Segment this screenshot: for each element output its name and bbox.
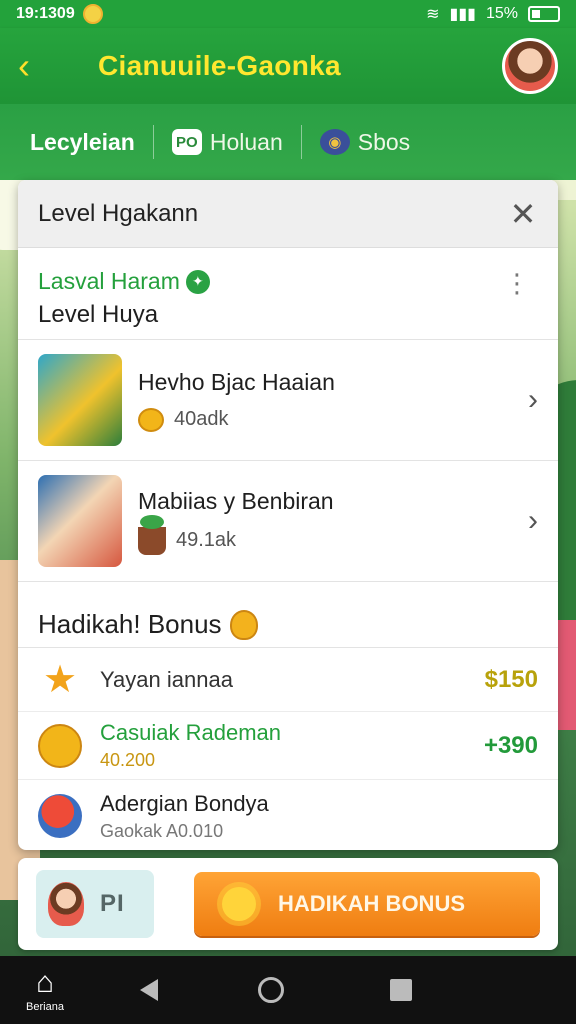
tab-sbos[interactable]: ◉ Sbos xyxy=(319,128,411,156)
bonus-amount: $150 xyxy=(484,665,538,693)
level-modal: Level Hgakann ✕ Lasval Haram ✦ Level Huy… xyxy=(18,180,558,850)
sun-icon xyxy=(222,887,256,921)
promo-text: PI xyxy=(100,890,125,917)
tab-lecyleian[interactable]: Lecyleian xyxy=(30,129,135,156)
item-name: Hevho Bjac Haaian xyxy=(138,368,335,395)
cta-label: HADIKAH BONUS xyxy=(278,891,465,916)
tab-label: Sbos xyxy=(357,128,411,155)
shop-icon: ◉ xyxy=(319,129,350,155)
app-title: Cianuuile-Gaonka xyxy=(98,50,341,81)
bonus-action-card: PI HADIKAH BONUS xyxy=(18,858,558,950)
tab-holuan[interactable]: PO Holuan xyxy=(171,128,283,156)
bonus-row[interactable]: ★ Yayan iannaa $150 xyxy=(18,648,558,712)
hadikah-bonus-button[interactable]: HADIKAH BONUS xyxy=(194,872,540,936)
chevron-left-icon[interactable]: ‹ xyxy=(18,45,58,87)
signal-icon: ▮▮▮ xyxy=(449,6,476,23)
home-button-icon[interactable] xyxy=(258,977,284,1003)
promo-tile[interactable]: PI xyxy=(36,870,154,938)
modal-header: Level Hgakann ✕ xyxy=(18,180,558,248)
plant-icon xyxy=(138,514,166,555)
tab-label: Holuan xyxy=(209,128,283,155)
item-thumbnail xyxy=(38,475,122,567)
more-options-icon[interactable]: ⋮ xyxy=(504,270,530,296)
bonus-title: Hadikah! Bonus xyxy=(38,609,222,639)
tab-divider xyxy=(300,125,302,159)
moneybag-icon xyxy=(229,609,258,640)
bonus-name: Adergian Bondya xyxy=(100,790,269,816)
item-name: Mabiias y Benbiran xyxy=(138,487,334,514)
home-icon: ⌂ xyxy=(35,965,55,999)
item-thumbnail xyxy=(38,354,122,446)
bonus-name: Yayan iannaa xyxy=(100,666,233,692)
chevron-right-icon[interactable]: › xyxy=(528,504,538,538)
bonus-sub: Gaokak A0.010 xyxy=(100,820,224,841)
bonus-row[interactable]: Adergian Bondya Gaokak A0.010 xyxy=(18,780,558,850)
level-section: Lasval Haram ✦ Level Huya ⋮ xyxy=(18,248,558,340)
home-tab[interactable]: ⌂ Beriana xyxy=(0,956,90,1024)
coin-icon xyxy=(138,407,164,432)
battery-icon xyxy=(528,6,560,22)
back-icon[interactable] xyxy=(140,979,158,1001)
character-icon xyxy=(48,882,84,926)
star-icon: ★ xyxy=(42,658,78,701)
bonus-row[interactable]: Casuiak Rademan 40.200 +390 xyxy=(18,712,558,780)
bonus-name: Casuiak Rademan xyxy=(100,720,281,745)
tab-bar: Lecyleian PO Holuan ◉ Sbos xyxy=(0,104,576,180)
wifi-icon: ≋ xyxy=(426,6,440,23)
chevron-right-icon[interactable]: › xyxy=(528,383,538,417)
avatar-icon[interactable] xyxy=(502,38,558,94)
app-header: ‹ Cianuuile-Gaonka xyxy=(0,28,576,104)
status-time: 19:1309 xyxy=(16,5,75,22)
bonus-sub: 40.200 xyxy=(100,750,156,770)
battery-percent: 15% xyxy=(485,5,518,22)
apple-icon xyxy=(38,794,82,838)
status-bar: 19:1309 ≋ ▮▮▮ 15% xyxy=(0,0,576,28)
bonus-amount: +390 xyxy=(483,731,538,759)
smiley-icon xyxy=(82,4,103,24)
level-subtitle: Lasval Haram xyxy=(38,268,180,294)
system-nav-bar: ⌂ Beriana xyxy=(0,956,576,1024)
close-icon[interactable]: ✕ xyxy=(508,195,538,233)
leaf-icon: ✦ xyxy=(185,269,210,294)
moneybag-icon xyxy=(38,723,82,768)
item-value: 40adk xyxy=(174,408,229,430)
list-item[interactable]: Mabiias y Benbiran 49.1ak › xyxy=(18,461,558,582)
item-value: 49.1ak xyxy=(176,529,237,551)
list-item[interactable]: Hevho Bjac Haaian 40adk › xyxy=(18,340,558,461)
level-subtitle-row: Lasval Haram ✦ xyxy=(38,268,538,295)
bonus-header: Hadikah! Bonus xyxy=(18,582,558,648)
tag-icon: PO xyxy=(171,129,202,155)
recent-apps-icon[interactable] xyxy=(390,979,412,1001)
modal-title: Level Hgakann xyxy=(38,199,199,227)
home-label: Beriana xyxy=(26,1000,64,1013)
tab-divider xyxy=(152,125,154,159)
level-title: Level Huya xyxy=(38,301,159,328)
tab-label: Lecyleian xyxy=(30,128,135,155)
